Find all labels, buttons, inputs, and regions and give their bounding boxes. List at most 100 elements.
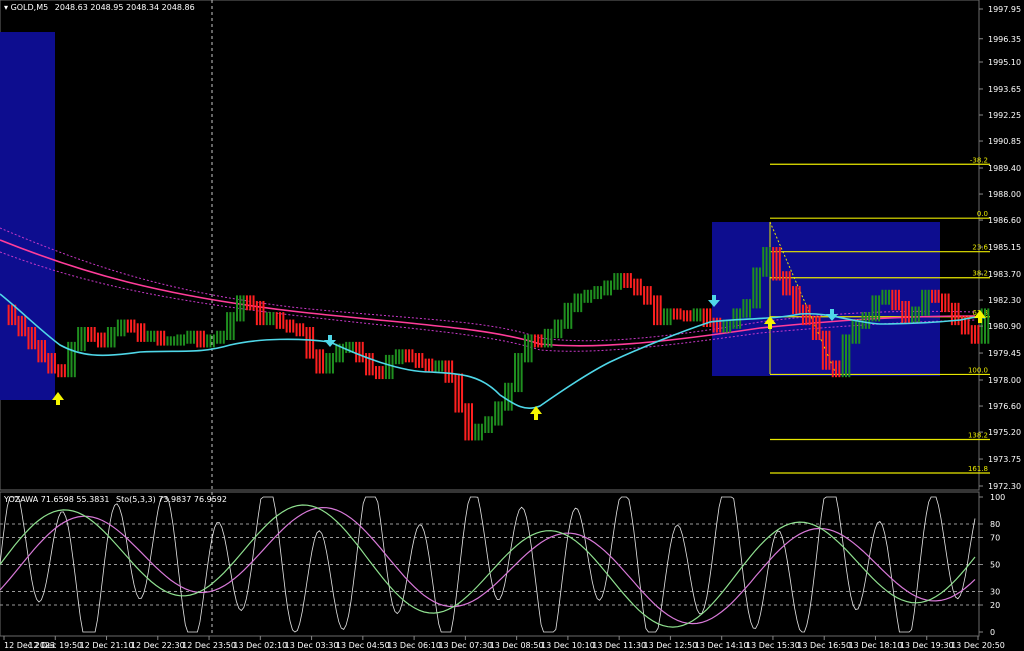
price-bar — [623, 273, 632, 288]
price-bar — [235, 295, 245, 322]
price-axis-label: 1986.60 — [988, 216, 1021, 225]
price-bar — [87, 327, 96, 342]
price-bar — [722, 319, 732, 333]
time-axis-label: 13 Dec 03:30 — [285, 641, 339, 650]
time-axis-label: 13 Dec 07:30 — [438, 641, 492, 650]
price-bar — [603, 280, 612, 296]
price-axis-label: 1983.70 — [988, 270, 1021, 279]
price-bar — [226, 312, 235, 341]
oscillator-axis-label: 100 — [990, 493, 1005, 502]
price-bar — [891, 289, 900, 311]
price-bar — [285, 319, 295, 333]
time-axis-label: 13 Dec 16:50 — [797, 641, 851, 650]
chart-window[interactable]: -38.20.023.638.261.8100.0138.2161.8 ▾ GO… — [0, 0, 1024, 651]
oscillator-axis-label: 0 — [990, 628, 995, 637]
price-axis-label: 1988.00 — [988, 190, 1021, 199]
price-bar — [543, 328, 553, 348]
symbol-label: GOLD,M5 — [11, 3, 49, 12]
price-bar — [871, 295, 881, 322]
oscillator-axis-label: 70 — [990, 534, 1000, 543]
price-axis-label: 1995.10 — [988, 58, 1021, 67]
price-bar — [643, 286, 652, 305]
price-axis-label: 1976.60 — [988, 402, 1021, 411]
price-bar — [653, 295, 662, 326]
price-bar — [474, 423, 483, 441]
price-bar — [196, 330, 205, 348]
price-bar — [206, 334, 215, 348]
time-axis-label: 12 Dec 23:50 — [182, 641, 236, 650]
price-bar — [186, 330, 195, 344]
price-bar — [801, 304, 811, 326]
price-bar — [861, 312, 871, 329]
price-bar — [692, 308, 702, 322]
price-bar — [47, 353, 56, 374]
price-bar — [17, 315, 27, 337]
price-axis-label: 1982.30 — [988, 296, 1021, 305]
fib-level-label: 100.0 — [968, 366, 988, 374]
time-axis-label: 13 Dec 08:50 — [490, 641, 544, 650]
price-bar — [484, 416, 493, 433]
yozawa-values: YOZAWA 71.6598 55.3831 — [3, 495, 109, 504]
time-axis-label: 13 Dec 20:50 — [951, 641, 1005, 650]
time-axis-label: 13 Dec 15:30 — [746, 641, 800, 650]
time-axis-label: 12 Dec 21:10 — [80, 641, 134, 650]
fib-level-label: 0.0 — [977, 210, 988, 218]
price-bar — [96, 332, 106, 348]
price-bar — [57, 364, 66, 378]
price-axis-label: 1992.25 — [988, 111, 1021, 120]
price-bar — [672, 308, 682, 320]
price-bar — [77, 327, 86, 352]
price-bar — [523, 334, 533, 363]
fib-level-label: 138.2 — [968, 432, 988, 440]
time-axis-label: 12 Dec 22:30 — [131, 641, 185, 650]
oscillator-axis[interactable]: 100 80 70 50 30 20 0 — [979, 493, 1005, 637]
price-bar — [593, 286, 603, 300]
ohlc-values: 2048.63 2048.95 2048.34 2048.86 — [55, 3, 195, 12]
price-bar — [613, 273, 622, 290]
price-axis-label: 1975.20 — [988, 428, 1021, 437]
price-axis-label: 1989.40 — [988, 164, 1021, 173]
fib-level-label: 23.6 — [972, 244, 988, 252]
fib-level-label: -38.2 — [970, 156, 988, 164]
price-bar — [504, 382, 513, 411]
price-bar — [901, 300, 910, 324]
price-bar — [176, 334, 186, 346]
price-bar — [931, 289, 940, 303]
price-bar — [950, 302, 960, 326]
price-bar — [792, 286, 801, 314]
price-bar — [355, 341, 364, 363]
price-axis-label: 1997.95 — [988, 5, 1021, 14]
price-bar — [305, 327, 315, 359]
price-axis-label: 1996.35 — [988, 35, 1021, 44]
price-bar — [514, 353, 523, 393]
price-bar — [424, 358, 434, 372]
price-axis-label: 1972.30 — [988, 482, 1021, 491]
price-axis-label: 1979.45 — [988, 349, 1021, 358]
price-bar — [275, 312, 285, 329]
price-bar — [126, 319, 136, 333]
price-bar — [295, 323, 305, 337]
price-bar — [573, 293, 583, 313]
price-bar — [583, 289, 593, 303]
price-bar — [414, 353, 424, 368]
oscillator-axis-label: 30 — [990, 588, 1000, 597]
price-bar — [375, 366, 384, 380]
price-bar — [821, 330, 831, 370]
price-bar — [444, 360, 454, 383]
price-axis-label: 1990.85 — [988, 137, 1021, 146]
price-bar — [772, 247, 781, 281]
time-axis[interactable]: 12 Dec 202312 Dec 19:5012 Dec 21:1012 De… — [3, 636, 1005, 650]
price-bar — [27, 327, 37, 350]
price-bar — [245, 295, 255, 311]
price-bar — [434, 360, 444, 372]
price-bar — [533, 334, 543, 348]
price-bar — [464, 403, 473, 441]
oscillator-axis-label: 50 — [990, 561, 1000, 570]
price-bar — [325, 353, 334, 374]
price-bar — [394, 349, 404, 365]
price-axis-label: 1978.00 — [988, 376, 1021, 385]
price-bar — [970, 325, 980, 344]
price-bar — [563, 302, 573, 329]
time-axis-label: 13 Dec 19:30 — [900, 641, 954, 650]
price-bar — [7, 304, 17, 326]
